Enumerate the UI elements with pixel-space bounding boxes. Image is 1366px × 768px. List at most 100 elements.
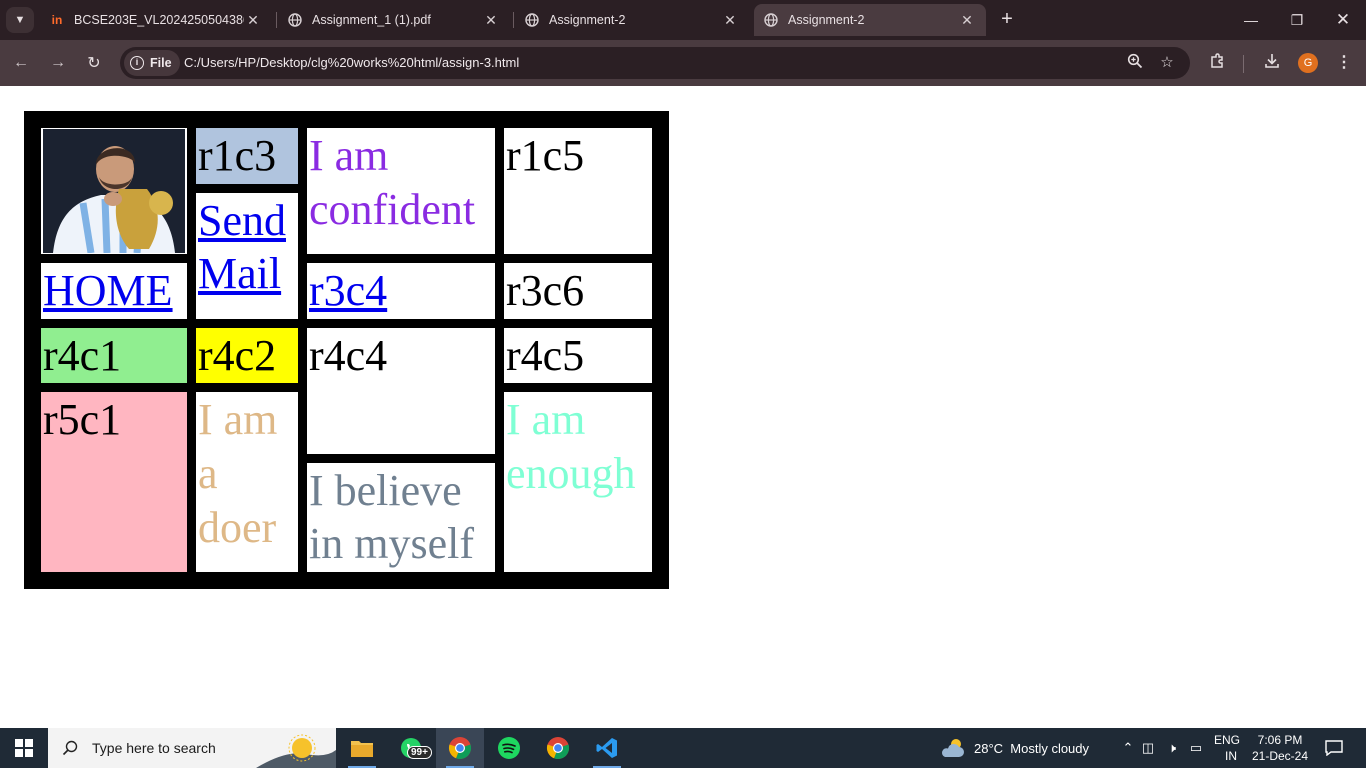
page-viewport: r1c3 I am confident r1c5 Send Mail HOME … (0, 87, 1366, 728)
cell-r3c4: r3c4 (307, 263, 495, 319)
reload-icon: ↻ (87, 55, 101, 72)
plus-icon: + (1001, 8, 1013, 30)
back-button[interactable]: ← (8, 50, 34, 76)
spotify-app[interactable] (485, 728, 533, 768)
bookmark-star-icon[interactable]: ☆ (1157, 53, 1177, 73)
arrow-left-icon: ← (13, 54, 29, 71)
windows-taskbar: Type here to search 99+ 28°C Mostly clou… (0, 728, 1366, 768)
address-bar[interactable]: i File C:/Users/HP/Desktop/clg%20works%2… (120, 47, 1190, 79)
send-mail-link[interactable]: Send Mail (198, 196, 286, 299)
search-placeholder: Type here to search (92, 740, 216, 756)
cell-doer: I am a doer (196, 392, 298, 573)
search-icon (62, 740, 78, 756)
cell-send-mail: Send Mail (196, 192, 298, 319)
cell-believe: I believe in myself (307, 462, 495, 573)
minimize-icon: — (1244, 12, 1258, 28)
cell-r4c2: r4c2 (196, 327, 298, 384)
close-icon[interactable]: ✕ (244, 12, 262, 29)
arrow-right-icon: → (50, 54, 66, 71)
tab-bar: ▼ in BCSE203E_VL2024250504386: A ✕ Assig… (0, 0, 1366, 40)
cell-r5c1: r5c1 (41, 392, 187, 573)
cell-r4c4: r4c4 (307, 327, 495, 454)
player-trophy-photo (43, 129, 185, 253)
vscode-app[interactable] (583, 728, 631, 768)
notification-center-button[interactable] (1322, 728, 1346, 768)
globe-icon (288, 13, 302, 27)
cloudy-weather-icon (941, 739, 964, 757)
spotify-icon (498, 737, 520, 759)
photo-cell (41, 128, 187, 254)
clock[interactable]: 7:06 PM 21-Dec-24 (1250, 728, 1310, 768)
tab-search-button[interactable]: ▼ (6, 7, 34, 33)
clock-date: 21-Dec-24 (1251, 749, 1309, 763)
chevron-up-icon[interactable]: ⌃ (1120, 740, 1136, 756)
cell-home: HOME (41, 263, 187, 319)
windows-logo-icon (15, 739, 33, 757)
volume-muted-icon[interactable]: 🕨 (1160, 740, 1184, 756)
kebab-menu-icon[interactable]: ⋮ (1333, 52, 1355, 74)
site-info-chip[interactable]: i File (124, 50, 180, 76)
cell-r4c5: r4c5 (504, 327, 652, 384)
battery-icon[interactable]: ▭ (1184, 740, 1208, 756)
tab-bcse[interactable]: in BCSE203E_VL2024250504386: A ✕ (40, 4, 272, 36)
browser-toolbar: ← → ↻ i File C:/Users/HP/Desktop/clg%20w… (0, 40, 1366, 86)
zoom-icon[interactable] (1125, 53, 1145, 73)
network-icon[interactable]: ◫ (1136, 740, 1160, 756)
tab-divider (513, 12, 514, 28)
clock-time: 7:06 PM (1257, 733, 1303, 747)
home-link[interactable]: HOME (43, 266, 173, 315)
tab-title: Assignment_1 (1).pdf (312, 13, 431, 27)
whatsapp-app[interactable]: 99+ (387, 728, 435, 768)
close-icon[interactable]: ✕ (721, 12, 739, 29)
close-icon: ✕ (1335, 10, 1351, 29)
profile-avatar[interactable]: G (1298, 53, 1318, 73)
chrome-app-active[interactable] (436, 728, 484, 768)
r3c4-link[interactable]: r3c4 (309, 266, 387, 315)
cell-r1c5: r1c5 (504, 128, 652, 254)
in-logo-icon: in (51, 13, 63, 27)
language-indicator[interactable]: ENG IN (1214, 728, 1240, 768)
new-tab-button[interactable]: + (995, 8, 1019, 32)
layout-table: r1c3 I am confident r1c5 Send Mail HOME … (24, 111, 669, 590)
toolbar-divider (1243, 55, 1244, 73)
tab-assignment-2-active[interactable]: Assignment-2 ✕ (754, 4, 986, 36)
sunrise-highlight-icon (256, 734, 336, 768)
cell-enough: I am enough (504, 392, 652, 573)
cell-confident: I am confident (307, 128, 495, 254)
cell-r1c3: r1c3 (196, 128, 298, 184)
tab-assignment-pdf[interactable]: Assignment_1 (1).pdf ✕ (278, 4, 510, 36)
tab-title: Assignment-2 (549, 13, 626, 27)
globe-icon (525, 13, 539, 27)
language-label: ENG (1214, 733, 1241, 747)
download-icon[interactable] (1261, 52, 1283, 74)
start-button[interactable] (0, 728, 48, 768)
forward-button[interactable]: → (45, 50, 71, 76)
speech-bubble-icon (1325, 740, 1343, 756)
close-window-button[interactable]: ✕ (1320, 0, 1366, 40)
info-icon: i (130, 56, 144, 70)
file-explorer-app[interactable] (338, 728, 386, 768)
weather-widget[interactable]: 28°C Mostly cloudy (940, 728, 1089, 768)
region-label: IN (1225, 749, 1237, 763)
chrome-app[interactable] (534, 728, 582, 768)
site-info-label: File (150, 56, 172, 70)
cell-r3c6: r3c6 (504, 263, 652, 319)
tab-title: Assignment-2 (788, 13, 865, 27)
chevron-down-icon: ▼ (14, 14, 26, 26)
close-icon[interactable]: ✕ (958, 12, 976, 29)
extensions-icon[interactable] (1207, 52, 1229, 74)
minimize-button[interactable]: — (1228, 0, 1274, 40)
system-tray-icons: ⌃ ◫ 🕨 ▭ (1120, 728, 1208, 768)
notification-badge: 99+ (407, 746, 432, 759)
restore-button[interactable]: ❐ (1274, 0, 1320, 40)
weather-text: 28°C Mostly cloudy (974, 740, 1090, 756)
tab-divider (276, 12, 277, 28)
taskbar-search-box[interactable]: Type here to search (48, 728, 336, 768)
folder-icon (351, 741, 373, 757)
reload-button[interactable]: ↻ (81, 50, 107, 76)
close-icon[interactable]: ✕ (482, 12, 500, 29)
url-text[interactable]: C:/Users/HP/Desktop/clg%20works%20html/a… (184, 55, 519, 70)
tab-title: BCSE203E_VL2024250504386: A (74, 13, 244, 27)
cell-r4c1: r4c1 (41, 327, 187, 384)
tab-assignment-2[interactable]: Assignment-2 ✕ (515, 4, 749, 36)
